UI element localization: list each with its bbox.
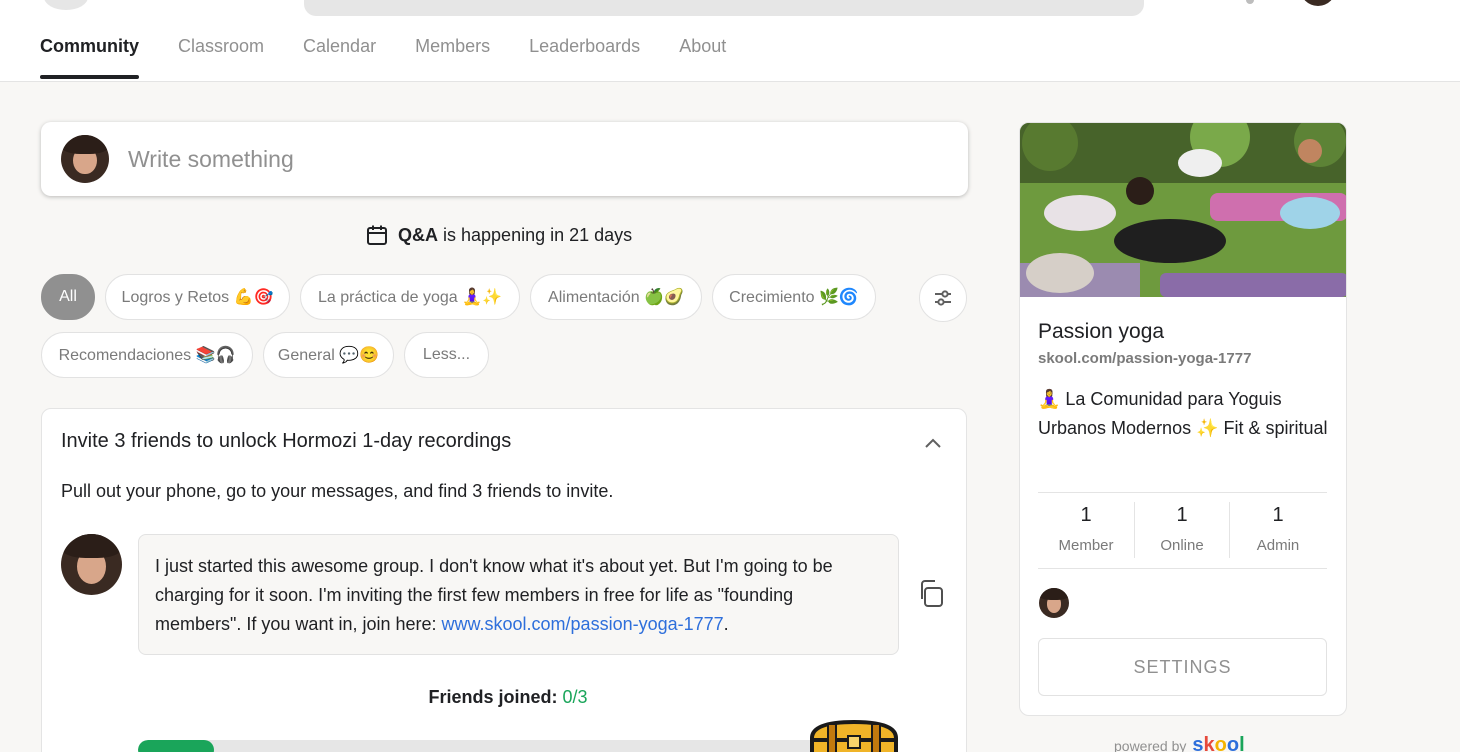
event-suffix: is happening in 21 days xyxy=(443,224,633,245)
powered-by-text: powered by xyxy=(1114,738,1187,752)
event-notice[interactable]: Q&A is happening in 21 days xyxy=(366,224,632,246)
category-chip[interactable]: General 💬😊 xyxy=(263,332,394,378)
tab-leaderboards[interactable]: Leaderboards xyxy=(529,36,640,79)
friends-label: Friends joined: xyxy=(428,687,563,707)
invite-message: I just started this awesome group. I don… xyxy=(138,534,899,655)
filter-button[interactable] xyxy=(919,274,967,322)
invite-message-end: . xyxy=(723,614,729,634)
chevron-up-icon[interactable] xyxy=(922,432,944,454)
stat-members[interactable]: 1 Member xyxy=(1038,504,1134,554)
tab-classroom[interactable]: Classroom xyxy=(178,36,264,79)
stat-members-label: Member xyxy=(1058,537,1114,554)
category-chip[interactable]: Crecimiento 🌿🌀 xyxy=(712,274,876,320)
tab-about[interactable]: About xyxy=(679,36,726,79)
calendar-icon xyxy=(367,225,387,245)
stat-members-value: 1 xyxy=(1080,504,1092,526)
friends-count: 0/3 xyxy=(562,687,588,707)
divider xyxy=(1038,568,1327,569)
treasure-chest-icon xyxy=(810,719,898,752)
search-bar[interactable] xyxy=(304,0,1144,16)
invite-title: Invite 3 friends to unlock Hormozi 1-day… xyxy=(61,430,512,452)
invite-subtitle: Pull out your phone, go to your messages… xyxy=(61,481,614,501)
stat-admins-value: 1 xyxy=(1272,504,1284,526)
composer-placeholder[interactable]: Write something xyxy=(128,146,294,173)
stat-admins[interactable]: 1 Admin xyxy=(1230,504,1326,554)
powered-by[interactable]: powered by skool xyxy=(1114,734,1245,752)
inviter-avatar xyxy=(61,534,122,595)
composer-avatar xyxy=(61,135,109,183)
tab-members[interactable]: Members xyxy=(415,36,490,79)
category-chip[interactable]: Alimentación 🍏🥑 xyxy=(530,274,702,320)
group-url[interactable]: skool.com/passion-yoga-1777 xyxy=(1038,350,1251,367)
copy-icon[interactable] xyxy=(916,578,948,612)
category-chip[interactable]: Logros y Retos 💪🎯 xyxy=(105,274,290,320)
group-name[interactable]: Passion yoga xyxy=(1038,320,1164,344)
category-chip-all[interactable]: All xyxy=(41,274,95,320)
stat-online-value: 1 xyxy=(1176,504,1188,526)
event-title: Q&A xyxy=(398,224,438,245)
user-avatar[interactable] xyxy=(1300,0,1336,6)
category-chip[interactable]: La práctica de yoga 🧘‍♀️✨ xyxy=(300,274,520,320)
group-cover-image[interactable] xyxy=(1020,123,1347,297)
stat-online-label: Online xyxy=(1160,537,1204,554)
top-bar: Community Classroom Calendar Members Lea… xyxy=(0,0,1460,82)
tab-community[interactable]: Community xyxy=(40,36,139,79)
settings-button[interactable]: SETTINGS xyxy=(1038,638,1327,696)
notification-dot[interactable] xyxy=(1246,0,1254,4)
stat-online[interactable]: 1 Online xyxy=(1134,504,1230,554)
invite-link[interactable]: www.skool.com/passion-yoga-1777 xyxy=(442,614,724,634)
group-logo[interactable] xyxy=(44,0,88,10)
member-avatar[interactable] xyxy=(1039,588,1069,618)
stat-admins-label: Admin xyxy=(1256,537,1300,554)
progress-fill xyxy=(138,740,214,752)
divider xyxy=(1038,492,1327,493)
skool-logo: skool xyxy=(1192,734,1245,752)
friends-joined: Friends joined: 0/3 xyxy=(0,687,1016,708)
group-description: 🧘‍♀️ La Comunidad para Yoguis Urbanos Mo… xyxy=(1038,389,1328,438)
tab-calendar[interactable]: Calendar xyxy=(303,36,376,79)
nav-tabs: Community Classroom Calendar Members Lea… xyxy=(40,36,726,79)
less-chip[interactable]: Less... xyxy=(404,332,489,378)
friends-progress-bar xyxy=(138,740,828,752)
filter-icon xyxy=(935,290,951,306)
category-chip[interactable]: Recomendaciones 📚🎧 xyxy=(41,332,253,378)
